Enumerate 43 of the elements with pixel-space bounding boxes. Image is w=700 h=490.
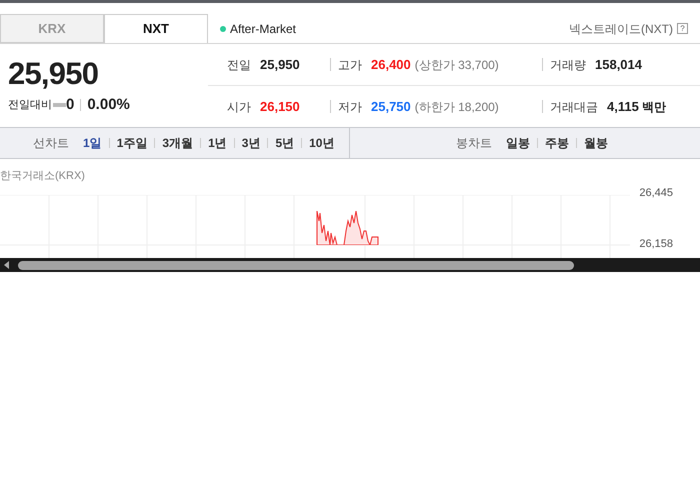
period-tab[interactable]: 월봉 [584, 134, 608, 152]
y-axis-tick: 26,158 [639, 238, 673, 251]
period-tab[interactable]: 5년 [275, 134, 294, 152]
period-tab[interactable]: 주봉 [545, 134, 569, 152]
stat-value: 25,750 [371, 100, 411, 113]
stat-value: 158,014 [595, 58, 642, 71]
stat-label: 거래대금 [550, 100, 598, 112]
period-tab[interactable]: 3년 [242, 134, 260, 152]
period-tab[interactable]: 10년 [309, 134, 334, 152]
scrollbar-thumb[interactable] [18, 260, 574, 270]
change-rate: 0.00% [87, 95, 130, 115]
stat-value: 4,115 [607, 100, 639, 113]
price-line [316, 211, 380, 245]
stat-label: 시가 [227, 100, 251, 112]
stat-value: 26,400 [371, 58, 411, 71]
chart-type-label: 선차트 [33, 135, 69, 152]
stat-value: 25,950 [260, 58, 300, 71]
change-value: 0 [66, 95, 74, 115]
stat-value: 26,150 [260, 100, 300, 113]
period-tab[interactable]: 일봉 [506, 134, 530, 152]
period-tab[interactable]: 1주일 [116, 134, 148, 152]
stat-label: 거래량 [550, 58, 586, 70]
horizontal-scrollbar[interactable] [0, 258, 700, 272]
flat-icon [53, 103, 66, 108]
current-price: 25,950 [8, 56, 100, 92]
price-limit: (하한가 18,200) [414, 100, 499, 112]
stat-label: 저가 [338, 100, 362, 112]
stat-label: 전일 [227, 58, 251, 70]
period-tab[interactable]: 3개월 [162, 134, 194, 152]
market-tab[interactable]: NXT [104, 14, 208, 43]
chart-source: 한국거래소(KRX) [0, 169, 86, 183]
price-limit: (상한가 33,700) [414, 58, 499, 70]
help-button[interactable]: ? [677, 23, 688, 34]
scroll-left-icon[interactable] [4, 261, 9, 269]
chart-type-label: 봉차트 [456, 135, 492, 152]
stat-label: 고가 [338, 58, 362, 70]
change-label: 전일대비 [8, 98, 52, 113]
period-tab[interactable]: 1일 [83, 134, 102, 152]
session-label: After-Market [230, 20, 296, 38]
period-tab[interactable]: 1년 [208, 134, 227, 152]
y-axis-tick: 26,445 [639, 187, 673, 200]
stat-unit: 백만 [642, 100, 666, 112]
exchange-link[interactable]: 넥스트레이드(NXT) [569, 20, 673, 38]
